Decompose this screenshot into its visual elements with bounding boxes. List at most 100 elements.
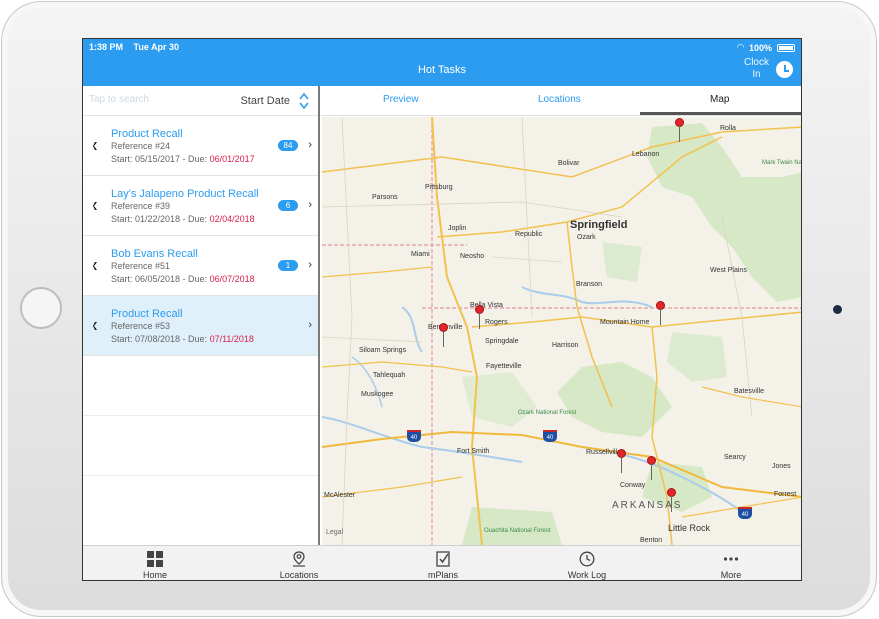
- task-dates: Start: 01/22/2018 - Due: 02/04/2018: [111, 214, 318, 225]
- checklist-icon: [436, 551, 450, 567]
- chevron-right-icon: ›: [308, 199, 312, 211]
- bottom-tab-mplans[interactable]: mPlans: [371, 546, 515, 580]
- task-row[interactable]: Bob Evans Recall Reference #51 Start: 06…: [83, 236, 318, 296]
- map-label-branson: Branson: [576, 281, 603, 288]
- camera-icon: [833, 305, 842, 314]
- chevron-right-icon: ›: [308, 319, 312, 331]
- map-pin-icon[interactable]: [656, 301, 666, 329]
- interstate-shield-icon: 40: [543, 430, 557, 442]
- interstate-shield-icon: 40: [407, 430, 421, 442]
- map-label-fayetteville: Fayetteville: [486, 363, 522, 370]
- chevron-right-icon: ›: [308, 259, 312, 271]
- empty-row: [83, 356, 318, 416]
- bottom-tab-home[interactable]: Home: [83, 546, 227, 580]
- task-reference: Reference #53: [111, 321, 171, 331]
- map-legal-link[interactable]: Legal: [326, 529, 343, 536]
- tab-preview[interactable]: Preview: [383, 94, 419, 105]
- map-pin-icon[interactable]: [617, 449, 627, 477]
- status-right: ◠ 100%: [737, 42, 795, 53]
- more-dots-icon: [723, 557, 739, 561]
- map-label-ozark: Ozark: [577, 234, 596, 241]
- task-arrow-icon: [93, 142, 97, 150]
- map-label-rogers: Rogers: [485, 319, 508, 326]
- task-dates: Start: 06/05/2018 - Due: 06/07/2018: [111, 274, 318, 285]
- map-label-parsons: Parsons: [372, 194, 398, 201]
- active-tab-indicator: [640, 112, 801, 115]
- map-pin-icon[interactable]: [647, 456, 657, 484]
- task-due: 06/07/2018: [209, 274, 255, 284]
- app-screen: 1:38 PM Tue Apr 30 ◠ 100% Hot Tasks Cloc…: [82, 38, 802, 581]
- clock-icon: [579, 551, 595, 567]
- home-button[interactable]: [20, 287, 62, 329]
- task-count-badge: 6: [278, 200, 298, 211]
- bottom-tab-locations[interactable]: Locations: [227, 546, 371, 580]
- map-label-joplin: Joplin: [448, 225, 467, 232]
- map-label-pittsburg: Pittsburg: [425, 184, 453, 191]
- map-label-ozark-forest: Ozark National Forest: [518, 410, 577, 416]
- grid-icon: [147, 551, 163, 567]
- task-row[interactable]: Product Recall Reference #24 Start: 05/1…: [83, 116, 318, 176]
- wifi-icon: ◠: [737, 42, 744, 52]
- task-due: 07/11/2018: [209, 334, 254, 344]
- tab-locations[interactable]: Locations: [538, 94, 581, 105]
- task-title: Product Recall: [111, 308, 183, 320]
- task-start: Start: 01/22/2018 - Due:: [111, 214, 210, 224]
- map-pin-icon[interactable]: [667, 488, 677, 516]
- map-label-springfield: Springfield: [570, 219, 628, 231]
- bottom-tab-label: More: [720, 570, 742, 580]
- status-date: Tue Apr 30: [133, 42, 180, 52]
- search-input[interactable]: [89, 94, 199, 105]
- map-label-ouachita-forest: Ouachita National Forest: [484, 528, 551, 534]
- map-label-tahlequah: Tahlequah: [373, 372, 406, 379]
- map-label-rolla: Rolla: [720, 125, 736, 132]
- map-label-bolivar: Bolivar: [558, 160, 580, 167]
- task-arrow-icon: [93, 262, 97, 270]
- chevron-right-icon: ›: [308, 139, 312, 151]
- map-label-lebanon: Lebanon: [632, 151, 660, 158]
- battery-percent: 100%: [748, 42, 772, 53]
- task-row[interactable]: Lay's Jalapeno Product Recall Reference …: [83, 176, 318, 236]
- bottom-tab-label: Work Log: [567, 570, 607, 580]
- status-time: 1:38 PM: [89, 42, 124, 52]
- clock-in-button[interactable]: Clock In: [744, 57, 769, 81]
- task-row-selected[interactable]: Product Recall Reference #53 Start: 07/0…: [83, 296, 318, 356]
- sort-label[interactable]: Start Date: [240, 95, 290, 107]
- empty-row: [83, 416, 318, 476]
- map-label-harrison: Harrison: [552, 342, 579, 349]
- map-pin-icon[interactable]: [675, 118, 685, 146]
- tab-map[interactable]: Map: [710, 94, 729, 105]
- task-start: Start: 06/05/2018 - Due:: [111, 274, 210, 284]
- location-pin-icon: [293, 551, 305, 567]
- clock-in-icon[interactable]: [776, 61, 793, 78]
- task-title: Product Recall: [111, 128, 183, 140]
- map-pin-icon[interactable]: [439, 323, 449, 351]
- map-view[interactable]: Rolla Lebanon Bolivar Pittsburg Parsons …: [322, 117, 802, 545]
- task-start: Start: 07/08/2018 - Due:: [111, 334, 210, 344]
- map-label-benton: Benton: [640, 537, 663, 544]
- map-label-searcy: Searcy: [724, 454, 746, 461]
- task-title: Lay's Jalapeno Product Recall: [111, 188, 259, 200]
- interstate-shield-icon: 40: [738, 507, 752, 519]
- map-label-springdale: Springdale: [485, 338, 519, 345]
- task-due: 02/04/2018: [209, 214, 255, 224]
- bottom-tab-work-log[interactable]: Work Log: [515, 546, 659, 580]
- map-label-mark-twain-forest: Mark Twain National Forest: [762, 160, 802, 166]
- map-label-russellville: Russellville: [586, 449, 622, 456]
- header-bar: 1:38 PM Tue Apr 30 ◠ 100% Hot Tasks Cloc…: [83, 39, 801, 86]
- task-dates: Start: 05/15/2017 - Due: 06/01/2017: [111, 154, 318, 165]
- sort-chevrons-icon[interactable]: [298, 91, 310, 111]
- map-label-little-rock: Little Rock: [668, 523, 711, 533]
- bottom-tab-label: Locations: [279, 570, 319, 580]
- map-base: [322, 117, 801, 545]
- map-pin-icon[interactable]: [475, 305, 485, 333]
- map-label-neosho: Neosho: [460, 253, 485, 260]
- status-bar: 1:38 PM Tue Apr 30: [89, 42, 187, 52]
- bottom-tab-more[interactable]: More: [659, 546, 801, 580]
- detail-tabs: Preview Locations Map: [322, 86, 801, 116]
- task-count-badge: 1: [278, 260, 298, 271]
- map-label-mcalester: McAlester: [324, 492, 356, 499]
- map-label-miami: Miami: [411, 251, 430, 258]
- task-due: 06/01/2017: [209, 154, 255, 164]
- map-label-jones: Jones: [772, 463, 791, 470]
- page-title: Hot Tasks: [417, 64, 467, 76]
